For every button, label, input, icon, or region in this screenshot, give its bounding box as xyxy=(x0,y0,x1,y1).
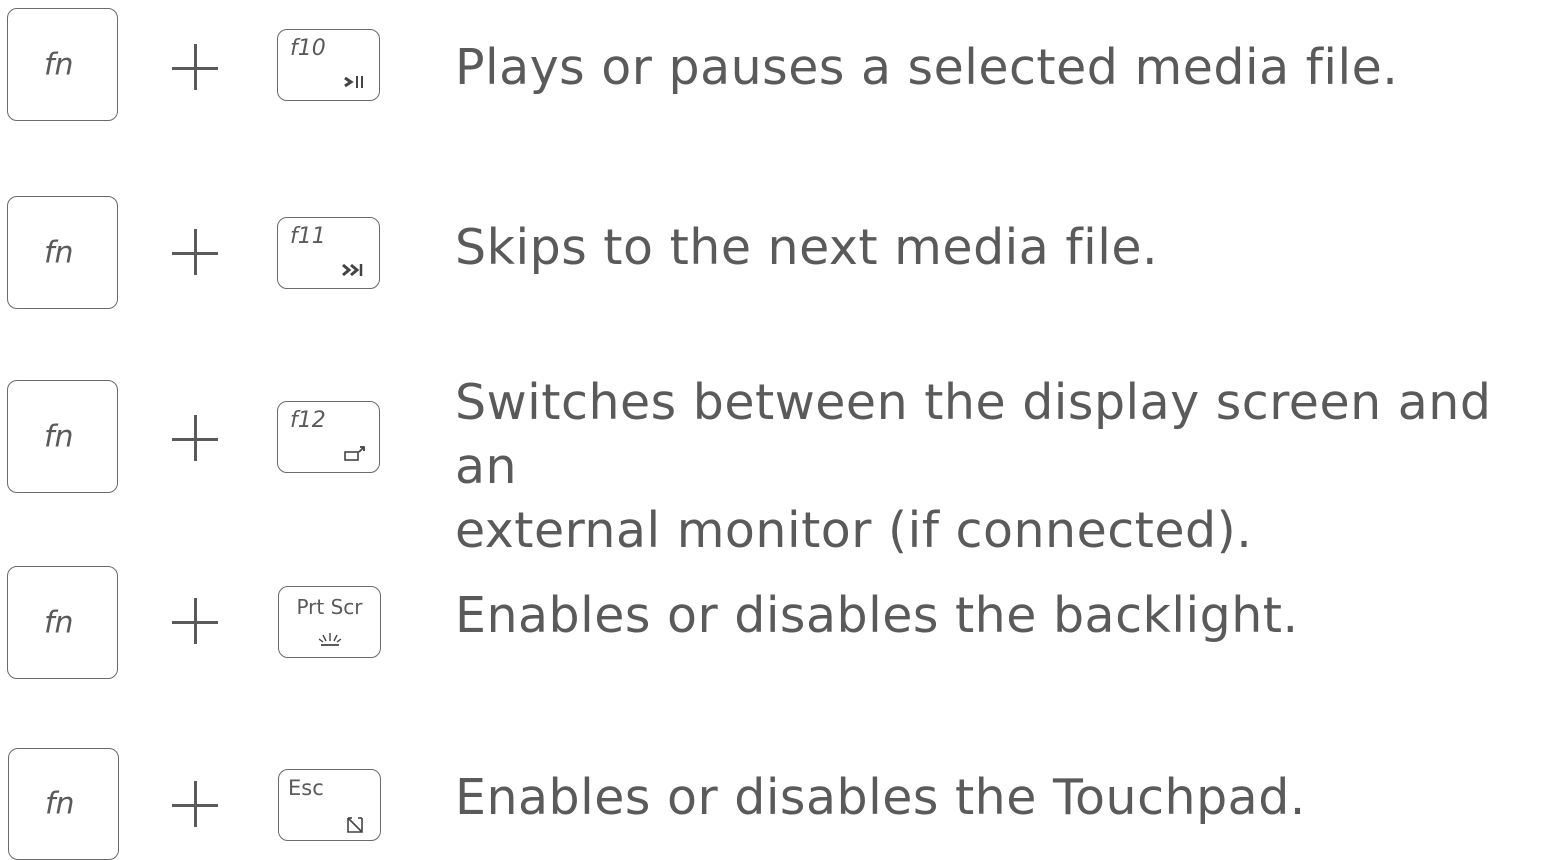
shortcut-description: Enables or disables the backlight. xyxy=(455,587,1299,644)
shortcut-description: Skips to the next media file. xyxy=(455,219,1159,276)
touchpad-icon xyxy=(347,817,363,833)
prtscr-key: Prt Scr xyxy=(278,586,381,658)
external-display-icon xyxy=(344,446,365,461)
plus-icon xyxy=(172,781,222,831)
fn-key-label: fn xyxy=(44,605,74,640)
shortcut-description: Enables or disables the Touchpad. xyxy=(455,769,1306,826)
skip-next-icon xyxy=(342,263,363,277)
shortcut-description: Switches between the display screen and … xyxy=(455,371,1545,563)
fn-key-label: fn xyxy=(44,47,74,82)
esc-key: Esc xyxy=(278,769,381,841)
fn-key: fn xyxy=(8,748,119,860)
backlight-icon xyxy=(318,633,342,646)
description-line-2: external monitor (if connected). xyxy=(455,502,1253,559)
description-line-1: Switches between the display screen and … xyxy=(455,374,1492,495)
f12-key-label: f12 xyxy=(290,408,326,433)
fn-key: fn xyxy=(7,380,118,493)
fn-key-label: fn xyxy=(45,786,75,822)
esc-key-label: Esc xyxy=(288,776,324,800)
play-pause-icon xyxy=(344,76,363,88)
fn-key: fn xyxy=(7,566,118,679)
f10-key-label: f10 xyxy=(290,36,326,61)
shortcut-description: Plays or pauses a selected media file. xyxy=(455,39,1399,96)
plus-icon xyxy=(172,598,222,648)
f11-key-label: f11 xyxy=(290,224,326,249)
fn-key-label: fn xyxy=(44,419,74,454)
fn-key-label: fn xyxy=(44,235,74,270)
plus-icon xyxy=(172,415,222,465)
fn-key: fn xyxy=(7,8,118,121)
fn-key: fn xyxy=(7,196,118,309)
f12-key: f12 xyxy=(277,401,380,473)
plus-icon xyxy=(172,229,222,279)
f11-key: f11 xyxy=(277,217,380,289)
f10-key: f10 xyxy=(277,29,380,101)
prtscr-key-label: Prt Scr xyxy=(296,595,363,619)
plus-icon xyxy=(172,44,222,94)
